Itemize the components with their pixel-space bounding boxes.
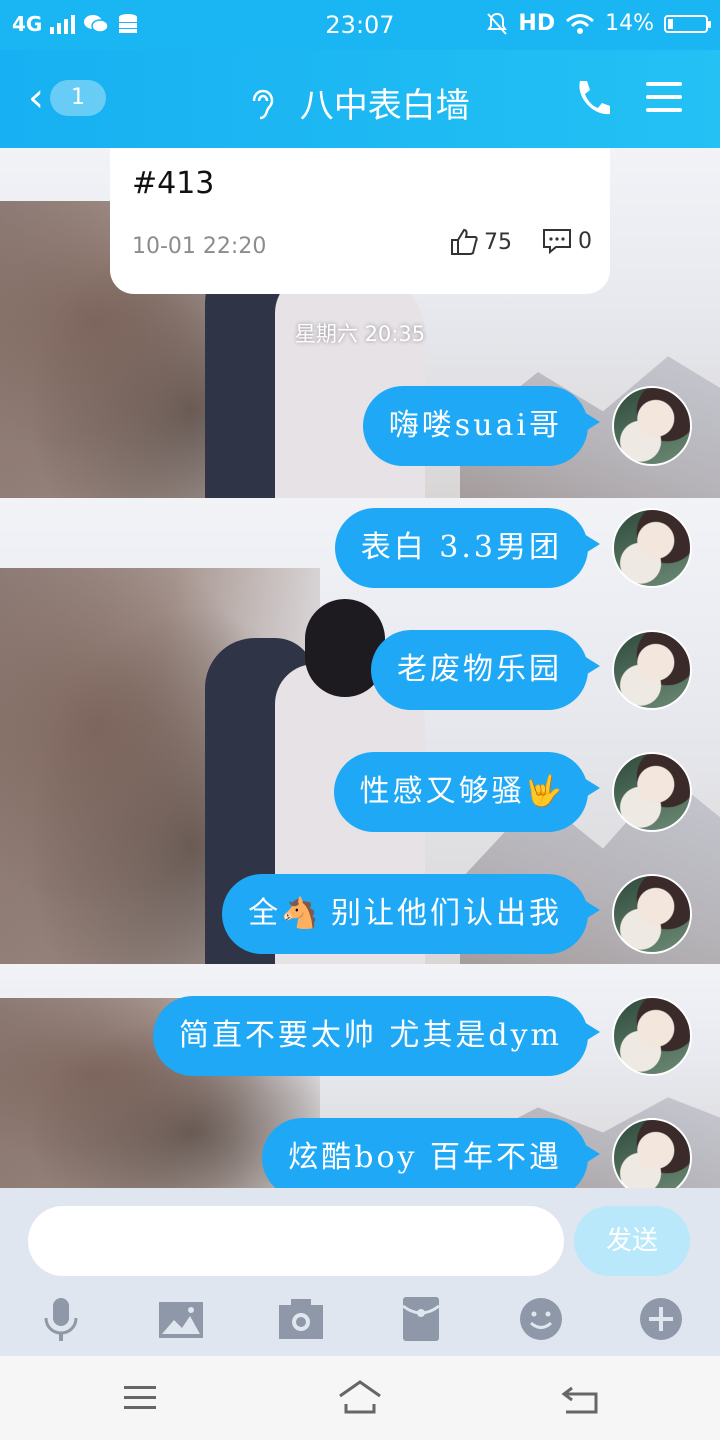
comment-count: 0 — [578, 228, 592, 254]
chat-timestamp: 星期六 20:35 — [294, 322, 426, 346]
wifi-icon — [566, 13, 595, 34]
system-nav-bar — [0, 1356, 720, 1440]
input-toolbar — [0, 1294, 720, 1356]
page-title-wrap: 八中表白墙 — [0, 78, 720, 127]
message-input[interactable] — [28, 1206, 564, 1276]
message-row: 炫酷boy 百年不遇 — [0, 1118, 720, 1188]
emoji-icon[interactable] — [516, 1294, 566, 1344]
message-row: 性感又够骚🤟 — [0, 752, 720, 834]
return-icon[interactable] — [558, 1376, 602, 1420]
menu-icon[interactable] — [646, 82, 682, 112]
camera-icon[interactable] — [276, 1294, 326, 1344]
comment-icon — [543, 229, 571, 254]
post-date: 10-01 22:20 — [132, 234, 267, 259]
message-bubble[interactable]: 炫酷boy 百年不遇 — [262, 1118, 600, 1188]
image-icon[interactable] — [156, 1294, 206, 1344]
hd-label: HD — [518, 11, 556, 36]
message-text: 嗨喽suai哥 — [388, 408, 562, 443]
comment-button[interactable]: 0 — [542, 228, 592, 254]
ear-icon — [250, 89, 286, 125]
avatar[interactable] — [612, 630, 692, 710]
like-count: 75 — [484, 229, 512, 255]
message-row: 嗨喽suai哥 — [0, 386, 720, 468]
post-card[interactable]: #413 10-01 22:20 75 0 — [110, 148, 610, 294]
avatar[interactable] — [612, 874, 692, 954]
post-number: #413 — [132, 166, 215, 201]
message-text: 表白 3.3男团 — [360, 530, 562, 565]
avatar[interactable] — [612, 996, 692, 1076]
message-text: 别让他们认出我 — [331, 896, 562, 931]
message-text-prefix: 全 — [248, 896, 282, 931]
battery-percent: 14% — [605, 11, 654, 36]
title-bar: ‹ 1 八中表白墙 — [0, 50, 720, 148]
status-bar: 4G 23:07 HD 14% — [0, 0, 720, 50]
message-text: 老废物乐园 — [397, 652, 562, 687]
message-text: 性感又够骚 — [359, 774, 525, 809]
message-bubble[interactable]: 性感又够骚🤟 — [333, 752, 601, 832]
message-text: 简直不要太帅 尤其是dym — [178, 1018, 562, 1053]
avatar[interactable] — [612, 386, 692, 466]
message-text: 炫酷boy 百年不遇 — [288, 1140, 562, 1175]
message-row: 表白 3.3男团 — [0, 508, 720, 590]
phone-icon[interactable] — [574, 78, 610, 118]
horse-emoji: 🐴 — [281, 896, 319, 931]
avatar[interactable] — [612, 508, 692, 588]
menu-lines-icon[interactable] — [118, 1376, 162, 1420]
red-packet-icon[interactable] — [396, 1294, 446, 1344]
input-bar: 发送 — [0, 1188, 720, 1294]
mic-icon[interactable] — [36, 1294, 86, 1344]
plus-icon[interactable] — [636, 1294, 686, 1344]
mute-bell-icon — [487, 12, 508, 35]
message-row: 简直不要太帅 尤其是dym — [0, 996, 720, 1078]
rock-hand-emoji: 🤟 — [524, 774, 562, 809]
avatar[interactable] — [612, 752, 692, 832]
battery-icon — [664, 14, 711, 33]
message-bubble[interactable]: 简直不要太帅 尤其是dym — [152, 996, 601, 1076]
home-icon[interactable] — [338, 1376, 382, 1420]
send-button[interactable]: 发送 — [574, 1206, 690, 1276]
message-bubble[interactable]: 表白 3.3男团 — [334, 508, 601, 588]
message-bubble[interactable]: 老废物乐园 — [371, 630, 600, 710]
message-bubble[interactable]: 全🐴 别让他们认出我 — [222, 874, 600, 954]
message-row: 老废物乐园 — [0, 630, 720, 712]
thumbs-up-icon — [451, 228, 478, 255]
avatar[interactable] — [612, 1118, 692, 1188]
message-bubble[interactable]: 嗨喽suai哥 — [362, 386, 601, 466]
like-button[interactable]: 75 — [450, 228, 512, 256]
page-title: 八中表白墙 — [299, 86, 470, 126]
message-row: 全🐴 别让他们认出我 — [0, 874, 720, 956]
